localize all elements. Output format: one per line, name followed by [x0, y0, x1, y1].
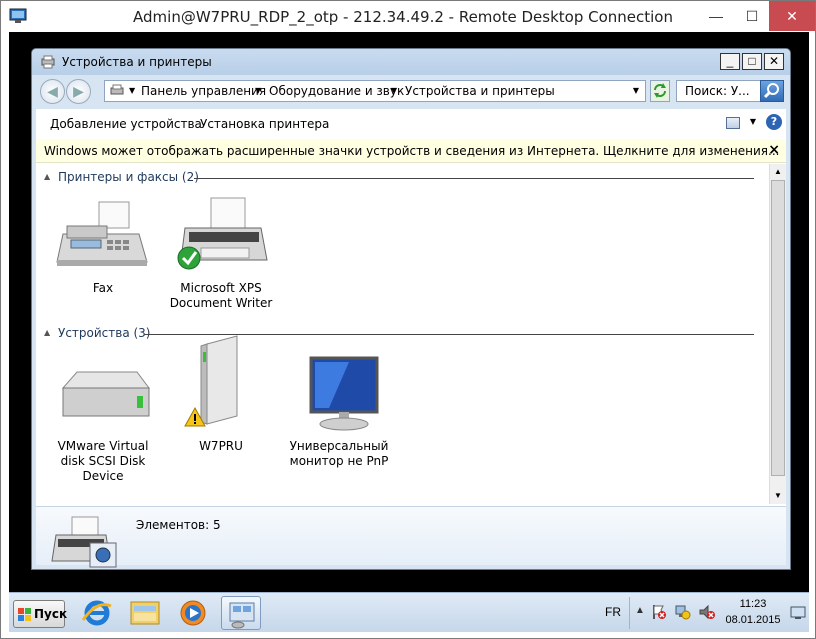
network-icon[interactable] [675, 604, 691, 620]
group-label: Принтеры и факсы (2) [58, 170, 199, 184]
refresh-button[interactable] [650, 80, 670, 102]
internet-explorer-button[interactable] [77, 596, 117, 630]
rdp-close-button[interactable]: ✕ [769, 1, 815, 31]
windows-explorer-icon [130, 601, 160, 625]
explorer-title: Устройства и принтеры [62, 55, 212, 69]
group-header-devices[interactable]: ▲ Устройства (3) [44, 326, 754, 342]
chevron-down-icon[interactable]: ▼ [391, 86, 397, 95]
device-item-virtual-disk[interactable]: VMware Virtual disk SCSI Disk Device [48, 352, 158, 484]
start-label: Пуск [34, 607, 68, 621]
item-count: Элементов: 5 [136, 518, 221, 532]
scroll-thumb[interactable] [771, 180, 785, 476]
breadcrumb[interactable]: ▼ Панель управления ▼ Оборудование и зву… [104, 80, 646, 102]
vertical-scrollbar[interactable]: ▲ ▼ [769, 164, 786, 504]
rdp-window: Admin@W7PRU_RDP_2_otp - 212.34.49.2 - Re… [0, 0, 816, 639]
devices-printers-icon [51, 516, 117, 568]
devices-printers-taskbar-button[interactable] [221, 596, 261, 630]
breadcrumb-item[interactable]: Панель управления [141, 84, 266, 98]
device-label: Универсальный монитор не PnP [289, 439, 389, 468]
printer-default-icon [177, 197, 268, 270]
show-desktop-icon [790, 606, 806, 619]
chevron-down-icon[interactable]: ▼ [129, 86, 135, 95]
start-button[interactable]: Пуск [13, 600, 68, 628]
devices-printers-icon [110, 84, 124, 95]
media-player-icon [180, 600, 206, 626]
explorer-close-button[interactable]: ✕ [764, 53, 784, 70]
add-device-button[interactable]: Добавление устройства [50, 117, 202, 131]
language-indicator[interactable]: FR [605, 605, 621, 619]
device-label: W7PRU [199, 439, 243, 453]
hard-disk-icon [61, 371, 150, 417]
volume-muted-icon[interactable] [699, 604, 715, 620]
search-input[interactable]: Поиск: У... [676, 80, 762, 102]
info-bar-text: Windows может отображать расширенные зна… [44, 144, 780, 158]
system-clock[interactable]: 11:23 08.01.2015 [721, 596, 785, 628]
details-pane: Элементов: 5 [36, 506, 786, 568]
collapse-icon[interactable]: ▲ [44, 172, 50, 181]
devices-printers-window: Устройства и принтеры _ □ ✕ ◀ ▶ ▼ Панель… [31, 48, 791, 570]
breadcrumb-item[interactable]: Оборудование и звук [269, 84, 404, 98]
address-bar: ◀ ▶ ▼ Панель управления ▼ Оборудование и… [36, 77, 786, 107]
device-item-monitor[interactable]: Универсальный монитор не PnP [284, 352, 394, 469]
info-bar-close-button[interactable]: × [768, 142, 780, 158]
taskbar: Пуск FR ▲ 11:23 08.01.2015 [9, 592, 809, 632]
search-button[interactable] [760, 80, 784, 102]
explorer-minimize-button[interactable]: _ [720, 53, 740, 70]
windows-explorer-button[interactable] [125, 596, 165, 630]
scroll-up-button[interactable]: ▲ [770, 164, 786, 180]
fax-icon [56, 201, 148, 266]
group-divider [194, 178, 754, 179]
rdp-minimize-button[interactable]: — [699, 1, 733, 31]
breadcrumb-item[interactable]: Устройства и принтеры [405, 84, 555, 98]
collapse-icon[interactable]: ▲ [44, 328, 50, 337]
action-center-icon[interactable] [651, 604, 667, 620]
rdp-titlebar[interactable]: Admin@W7PRU_RDP_2_otp - 212.34.49.2 - Re… [1, 1, 815, 32]
monitor-icon [309, 356, 379, 431]
internet-explorer-icon [81, 600, 112, 626]
computer-warning-icon [184, 335, 238, 427]
show-desktop-button[interactable] [787, 593, 809, 632]
chevron-down-icon[interactable]: ▼ [750, 117, 756, 126]
device-item-w7pru[interactable]: W7PRU [166, 332, 276, 454]
group-header-printers[interactable]: ▲ Принтеры и факсы (2) [44, 170, 754, 186]
devices-printers-icon [41, 55, 55, 69]
add-printer-button[interactable]: Установка принтера [200, 117, 329, 131]
show-hidden-icons-icon[interactable]: ▲ [635, 605, 645, 616]
explorer-titlebar[interactable]: Устройства и принтеры _ □ ✕ [32, 49, 790, 75]
back-button[interactable]: ◀ [40, 79, 65, 104]
device-item-xps-writer[interactable]: Microsoft XPS Document Writer [166, 194, 276, 311]
group-label: Устройства (3) [58, 326, 151, 340]
explorer-maximize-button[interactable]: □ [742, 53, 762, 70]
refresh-icon [654, 83, 666, 98]
rdp-window-title: Admin@W7PRU_RDP_2_otp - 212.34.49.2 - Re… [133, 8, 673, 26]
chevron-down-icon[interactable]: ▼ [633, 86, 639, 95]
media-player-button[interactable] [173, 596, 213, 630]
device-list: ▲ Принтеры и факсы (2) Fax Microsoft XPS… [36, 164, 768, 504]
device-item-fax[interactable]: Fax [48, 194, 158, 296]
view-options-icon[interactable] [726, 117, 740, 129]
device-label: Microsoft XPS Document Writer [169, 281, 273, 310]
command-bar: Добавление устройства Установка принтера… [36, 109, 786, 139]
search-icon [763, 83, 779, 99]
clock-date: 08.01.2015 [725, 614, 781, 626]
devices-printers-icon [229, 602, 255, 629]
device-label: Fax [92, 281, 114, 295]
help-icon[interactable]: ? [766, 114, 782, 130]
remote-desktop: Устройства и принтеры _ □ ✕ ◀ ▶ ▼ Панель… [9, 32, 809, 632]
device-label: VMware Virtual disk SCSI Disk Device [57, 439, 149, 483]
rdp-maximize-button[interactable]: ☐ [735, 1, 769, 31]
scroll-down-button[interactable]: ▼ [770, 488, 786, 504]
tray-divider [629, 597, 630, 629]
forward-button[interactable]: ▶ [66, 79, 91, 104]
windows-logo-icon [18, 608, 31, 621]
chevron-down-icon[interactable]: ▼ [255, 86, 261, 95]
content-area: Добавление устройства Установка принтера… [36, 109, 786, 568]
info-bar[interactable]: Windows может отображать расширенные зна… [36, 139, 786, 163]
clock-time: 11:23 [739, 598, 767, 610]
